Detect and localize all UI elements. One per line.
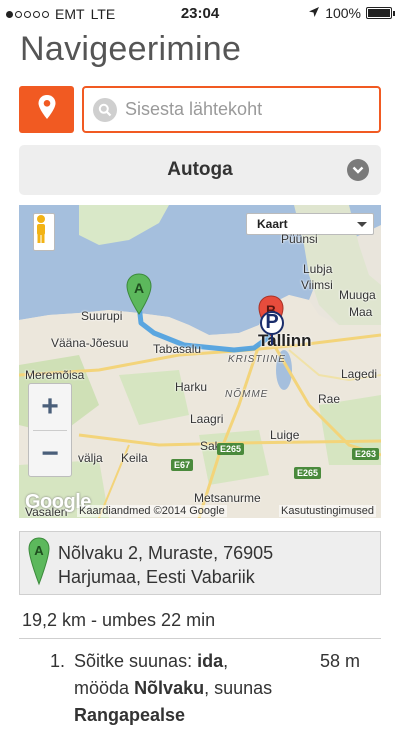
route-map[interactable]: Kaart Püünsi Lubja Viimsi Muuga Maa Suur… <box>19 205 381 518</box>
travel-mode-label: Autoga <box>167 159 233 180</box>
map-label: Lubja <box>303 262 333 276</box>
road-shield: E265 <box>294 467 322 479</box>
page-title: Navigeerimine <box>20 30 242 68</box>
step-line2-pre: mööda <box>74 678 130 698</box>
map-label: Rae <box>318 392 341 406</box>
map-copyright: Kaardiandmed ©2014 Google <box>77 505 227 517</box>
step-road: Nõlvaku <box>134 678 205 698</box>
map-label-district: NÕMME <box>225 389 269 400</box>
map-label: Laagri <box>190 412 224 426</box>
step-prefix: Sõitke suunas: <box>74 651 193 671</box>
road-shield: E265 <box>217 443 245 455</box>
route-summary: 19,2 km - umbes 22 min <box>22 610 216 630</box>
map-label-district: KRISTIINE <box>228 354 286 365</box>
battery-percent: 100% <box>325 5 361 21</box>
status-right: 100% <box>308 5 395 21</box>
map-label: Metsanurme <box>194 491 261 505</box>
current-location-button[interactable] <box>19 86 74 133</box>
zoom-out-button[interactable]: − <box>29 431 71 477</box>
start-address-line1: Nõlvaku 2, Muraste, 76905 <box>58 543 274 563</box>
map-label: Vääna-Jõesuu <box>51 336 129 350</box>
origin-input[interactable] <box>125 99 365 120</box>
start-marker-label: A <box>34 543 44 558</box>
travel-mode-select[interactable]: Autoga <box>19 145 381 195</box>
marker-start-label: A <box>133 280 145 296</box>
step-distance: 58 m <box>319 651 360 671</box>
location-pin-icon <box>37 94 57 125</box>
map-terms-link[interactable]: Kasutustingimused <box>279 505 376 517</box>
step-line2-post: , suunas <box>204 678 273 698</box>
step-line3: Rangapealse <box>74 705 186 725</box>
battery-icon <box>366 7 395 19</box>
map-label: Püünsi <box>281 232 318 246</box>
dropdown-arrow-icon <box>357 222 367 227</box>
map-type-label: Kaart <box>257 217 288 231</box>
start-address-box: A Nõlvaku 2, Muraste, 76905 Harjumaa, Ee… <box>19 531 381 595</box>
chevron-down-icon <box>347 159 369 181</box>
zoom-control: + − <box>28 383 72 477</box>
start-marker-icon: A <box>27 536 51 591</box>
street-view-pegman-icon[interactable] <box>33 213 55 251</box>
map-label: Maa <box>349 305 373 319</box>
map-label: Harku <box>175 380 208 394</box>
map-label: Muuga <box>339 288 376 302</box>
location-arrow-icon <box>308 5 320 21</box>
step-mid: , <box>223 651 229 671</box>
start-address-line2: Harjumaa, Eesti Vabariik <box>58 567 255 587</box>
step-instruction: Sõitke suunas: ida, mööda Nõlvaku, suuna… <box>74 648 304 729</box>
parking-marker-icon[interactable]: P <box>259 310 285 346</box>
step-direction: ida <box>197 651 224 671</box>
map-label: Luige <box>270 428 300 442</box>
zoom-in-button[interactable]: + <box>29 384 71 430</box>
map-label: välja <box>78 451 103 465</box>
search-icon <box>93 97 117 122</box>
road-shield: E67 <box>171 459 194 471</box>
map-label: Suurupi <box>81 309 123 323</box>
road-shield: E263 <box>352 448 380 460</box>
divider <box>19 638 381 639</box>
map-label: Lagedi <box>341 367 378 381</box>
status-bar: EMT LTE 23:04 100% <box>0 0 400 28</box>
map-label: Meremõisa <box>25 368 85 382</box>
parking-label: P <box>265 311 279 333</box>
origin-search-box[interactable] <box>82 86 381 133</box>
start-address: Nõlvaku 2, Muraste, 76905 Harjumaa, Eest… <box>58 541 273 589</box>
map-label: Keila <box>121 451 148 465</box>
map-canvas <box>19 205 381 518</box>
step-number: 1. <box>50 651 66 671</box>
map-label: Viimsi <box>301 278 333 292</box>
map-label: Tabasalu <box>153 342 202 356</box>
